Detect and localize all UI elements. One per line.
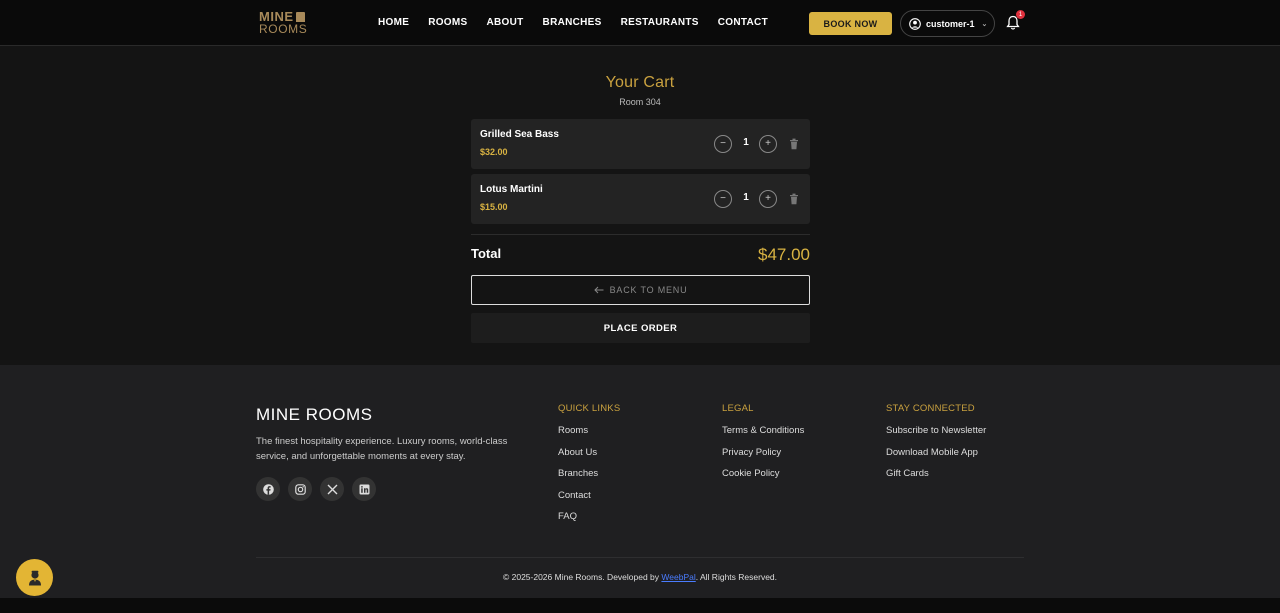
- cart-item: Grilled Sea Bass $32.00 − 1 +: [471, 119, 810, 169]
- footer-link-rooms[interactable]: Rooms: [558, 425, 620, 437]
- total-value: $47.00: [758, 245, 810, 264]
- notification-badge: 1: [1016, 10, 1025, 19]
- book-now-button[interactable]: BOOK NOW: [809, 12, 892, 35]
- copyright-suffix: . All Rights Reserved.: [695, 572, 778, 582]
- room-number: Room 304: [619, 97, 661, 107]
- plus-icon: +: [765, 193, 771, 204]
- footer-link-newsletter[interactable]: Subscribe to Newsletter: [886, 425, 986, 437]
- facebook-icon: [262, 483, 274, 495]
- footer-link-branches[interactable]: Branches: [558, 468, 620, 480]
- user-circle-icon: [909, 17, 921, 30]
- building-icon: [295, 11, 305, 22]
- linkedin-link[interactable]: [352, 477, 376, 501]
- footer-column-quick-links: QUICK LINKS Rooms About Us Branches Cont…: [558, 403, 620, 533]
- footer-link-contact[interactable]: Contact: [558, 490, 620, 502]
- bottom-bar: [0, 598, 1280, 613]
- place-order-button[interactable]: PLACE ORDER: [471, 313, 810, 343]
- footer-link-about[interactable]: About Us: [558, 447, 620, 459]
- footer-link-terms[interactable]: Terms & Conditions: [722, 425, 804, 437]
- total-label: Total: [471, 246, 502, 261]
- trash-icon[interactable]: [789, 193, 799, 205]
- instagram-icon: [294, 483, 306, 495]
- footer-column-stay-connected: STAY CONNECTED Subscribe to Newsletter D…: [886, 403, 986, 490]
- column-title: STAY CONNECTED: [886, 403, 975, 414]
- divider: [471, 234, 810, 235]
- back-label: BACK TO MENU: [609, 285, 688, 295]
- logo[interactable]: MINE ROOMS: [259, 10, 311, 38]
- footer-link-privacy[interactable]: Privacy Policy: [722, 447, 804, 459]
- trash-icon[interactable]: [789, 138, 799, 150]
- instagram-link[interactable]: [288, 477, 312, 501]
- footer-divider: [256, 557, 1024, 558]
- linkedin-icon: [359, 484, 369, 494]
- column-title: QUICK LINKS: [558, 403, 621, 414]
- main-nav: HOME ROOMS ABOUT BRANCHES RESTAURANTS CO…: [378, 16, 787, 30]
- item-quantity: 1: [743, 137, 749, 148]
- logo-line2: ROOMS: [259, 22, 308, 36]
- back-to-menu-button[interactable]: BACK TO MENU: [471, 275, 810, 305]
- nav-restaurants[interactable]: RESTAURANTS: [621, 16, 699, 30]
- footer-link-faq[interactable]: FAQ: [558, 511, 620, 523]
- nav-home[interactable]: HOME: [378, 16, 409, 30]
- chevron-down-icon: ⌄: [981, 20, 988, 28]
- item-price: $32.00: [480, 147, 508, 157]
- column-title: LEGAL: [722, 403, 754, 414]
- plus-icon: +: [765, 138, 771, 149]
- item-quantity: 1: [743, 192, 749, 203]
- x-icon: [327, 484, 337, 494]
- decrease-quantity-button[interactable]: −: [714, 135, 732, 153]
- concierge-chat-button[interactable]: [16, 559, 53, 596]
- footer-column-legal: LEGAL Terms & Conditions Privacy Policy …: [722, 403, 804, 490]
- increase-quantity-button[interactable]: +: [759, 135, 777, 153]
- footer-link-mobile-app[interactable]: Download Mobile App: [886, 447, 986, 459]
- minus-icon: −: [720, 138, 726, 149]
- nav-rooms[interactable]: ROOMS: [428, 16, 467, 30]
- cart-title: Your Cart: [605, 74, 675, 91]
- site-footer: MINE ROOMS The finest hospitality experi…: [0, 365, 1280, 598]
- user-menu-button[interactable]: customer-1 ⌄: [900, 10, 995, 37]
- nav-contact[interactable]: CONTACT: [718, 16, 768, 30]
- nav-about[interactable]: ABOUT: [486, 16, 523, 30]
- item-name: Grilled Sea Bass: [480, 129, 559, 140]
- footer-link-gift-cards[interactable]: Gift Cards: [886, 468, 986, 480]
- developer-link[interactable]: WeebPal: [661, 572, 695, 582]
- concierge-icon: [28, 570, 41, 585]
- user-name: customer-1: [926, 18, 975, 29]
- copyright-prefix: © 2025-2026 Mine Rooms. Developed by: [502, 572, 662, 582]
- increase-quantity-button[interactable]: +: [759, 190, 777, 208]
- facebook-link[interactable]: [256, 477, 280, 501]
- site-header: MINE ROOMS HOME ROOMS ABOUT BRANCHES RES…: [0, 0, 1280, 46]
- nav-branches[interactable]: BRANCHES: [543, 16, 602, 30]
- copyright: © 2025-2026 Mine Rooms. Developed by Wee…: [0, 572, 1280, 582]
- minus-icon: −: [720, 193, 726, 204]
- footer-brand: MINE ROOMS: [256, 405, 373, 424]
- item-price: $15.00: [480, 202, 508, 212]
- x-link[interactable]: [320, 477, 344, 501]
- arrow-left-icon: [593, 286, 604, 294]
- cart-item: Lotus Martini $15.00 − 1 +: [471, 174, 810, 224]
- footer-description: The finest hospitality experience. Luxur…: [256, 436, 508, 462]
- footer-link-cookie[interactable]: Cookie Policy: [722, 468, 804, 480]
- item-name: Lotus Martini: [480, 184, 543, 195]
- decrease-quantity-button[interactable]: −: [714, 190, 732, 208]
